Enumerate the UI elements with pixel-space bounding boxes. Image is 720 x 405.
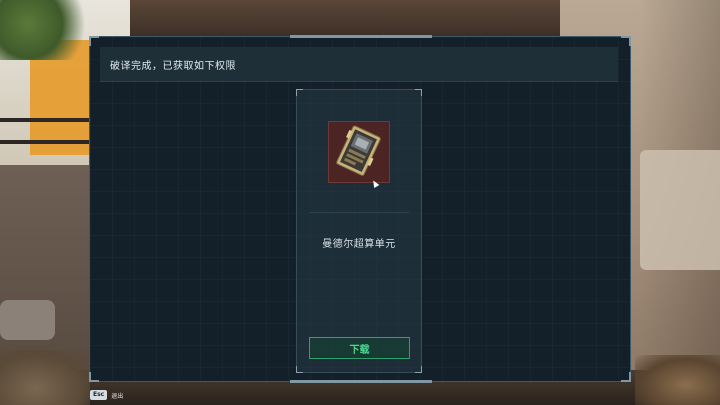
item-name: 曼德尔超算单元	[322, 239, 396, 250]
card-corner	[415, 89, 422, 96]
panel-corner	[89, 372, 99, 382]
panel-corner	[621, 36, 631, 46]
panel-bottom-accent	[290, 380, 432, 383]
download-button[interactable]: 下载	[309, 337, 410, 359]
player-hand	[635, 355, 720, 405]
panel-top-accent	[290, 35, 432, 38]
esc-exit-label: 退出	[111, 392, 124, 400]
esc-key-icon: Esc	[90, 390, 108, 400]
panel-header: 破译完成，已获取如下权限	[100, 47, 618, 82]
card-corner	[415, 366, 422, 373]
panel-title: 破译完成，已获取如下权限	[110, 60, 236, 72]
card-divider	[309, 212, 409, 213]
card-corner	[296, 89, 303, 96]
panel-corner	[89, 36, 99, 46]
item-icon-frame[interactable]	[328, 121, 390, 183]
decrypt-result-panel: 破译完成，已获取如下权限 曼德尔超算单元 下载	[89, 35, 631, 383]
player-glove	[0, 350, 90, 405]
background-ceiling	[130, 0, 560, 40]
esc-exit-hint[interactable]: Esc 退出	[90, 390, 123, 400]
card-corner	[296, 366, 303, 373]
panel-corner	[621, 372, 631, 382]
background-pillow	[0, 300, 55, 340]
background-foliage	[0, 0, 95, 60]
reward-card: 曼德尔超算单元 下载	[296, 89, 422, 373]
background-cushion	[640, 150, 720, 270]
data-chip-icon	[336, 125, 381, 176]
